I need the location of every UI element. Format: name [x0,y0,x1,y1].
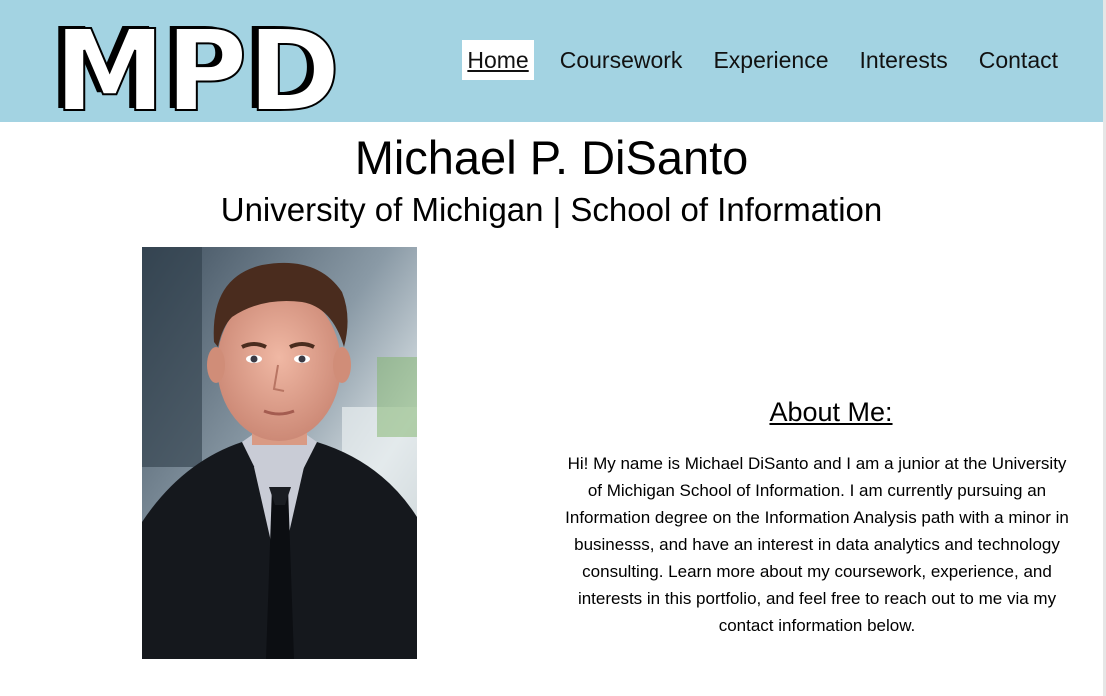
about-text: Hi! My name is Michael DiSanto and I am … [565,454,1069,635]
about-section: About Me: Hi! My name is Michael DiSanto… [560,394,1074,639]
page-subtitle: University of Michigan | School of Infor… [220,191,883,228]
nav-interests[interactable]: Interests [855,40,953,80]
about-heading: About Me: [769,397,893,427]
main-nav: Home Coursework Experience Interests Con… [441,40,1063,80]
site-header: MPD MPD Home Coursework Experience Inter… [0,0,1103,122]
logo-graphic: MPD MPD [48,8,342,116]
page-title: Michael P. DiSanto [354,131,749,184]
page: MPD MPD Home Coursework Experience Inter… [0,0,1106,696]
nav-contact[interactable]: Contact [974,40,1063,80]
nav-home[interactable]: Home [462,40,534,80]
nav-experience[interactable]: Experience [708,40,833,80]
profile-photo [142,247,417,659]
profile-photo-graphic [142,247,417,659]
site-logo[interactable]: MPD MPD [48,8,348,116]
nav-coursework[interactable]: Coursework [555,40,688,80]
logo-text: MPD [54,8,341,116]
